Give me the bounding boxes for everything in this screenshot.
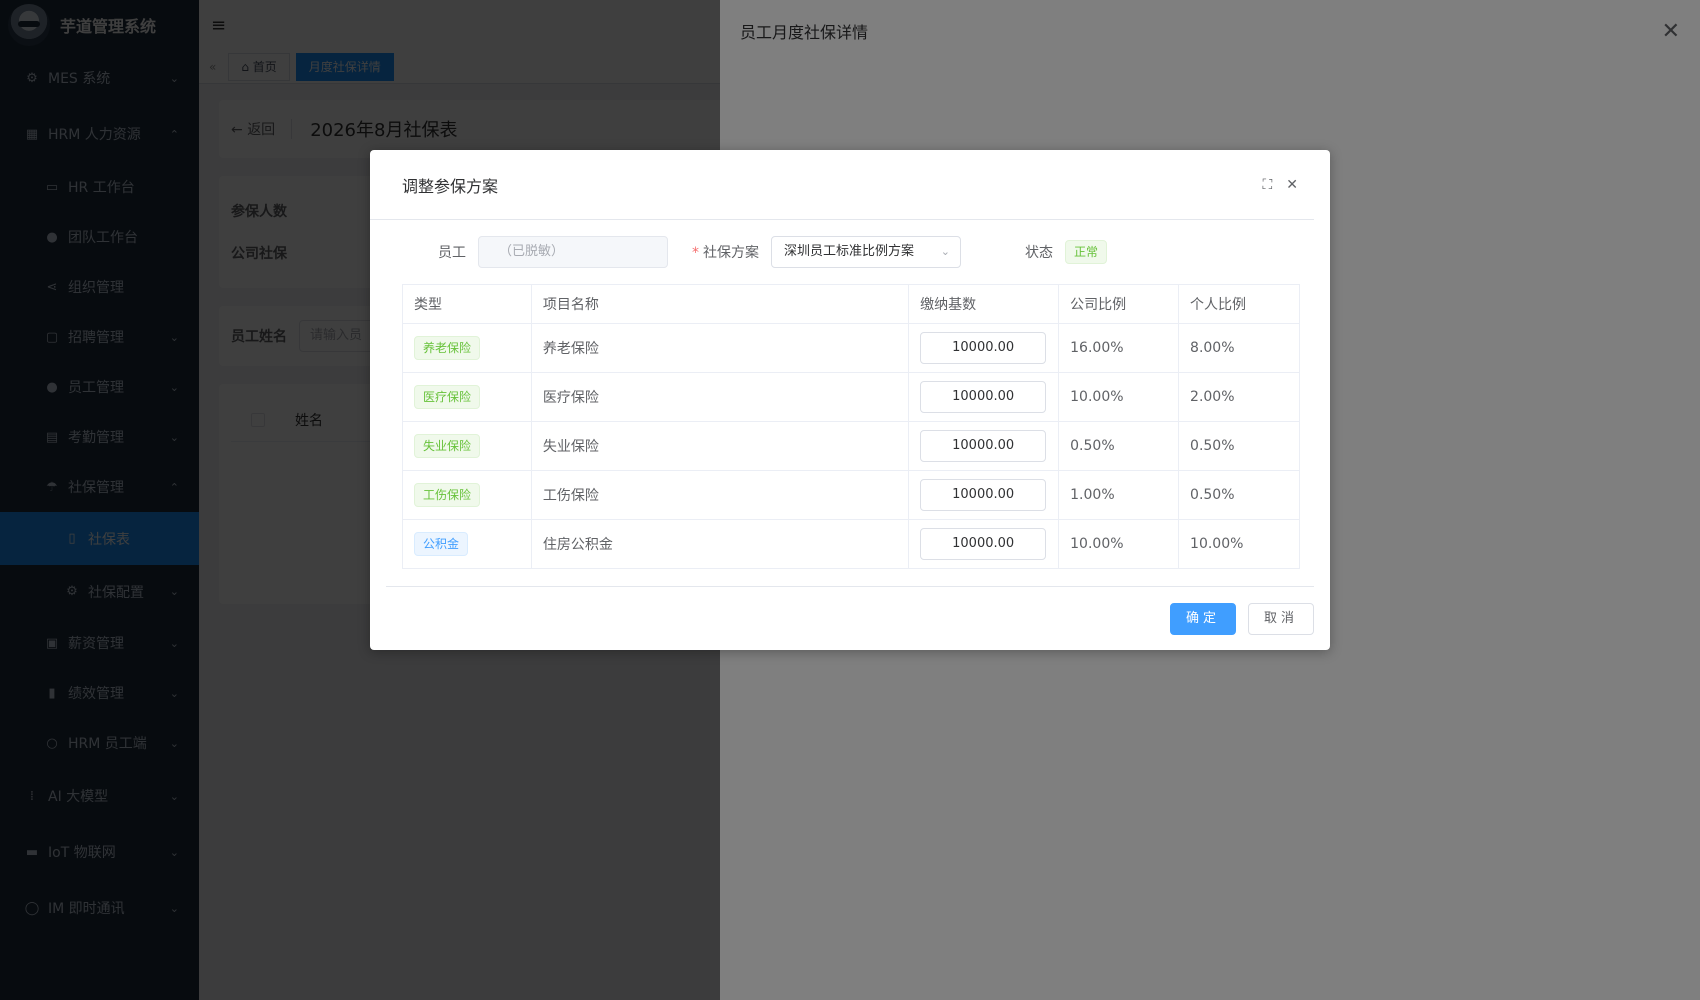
scheme-label: * 社保方案	[692, 245, 759, 261]
type-tag: 工伤保险	[414, 483, 481, 507]
table-row: 失业保险 失业保险 10000.00 0.50% 0.50%	[402, 421, 1300, 471]
personal-rate: 10.00%	[1178, 519, 1300, 569]
company-rate: 16.00%	[1058, 323, 1180, 373]
base-input[interactable]: 10000.00	[920, 332, 1047, 364]
column-type: 类型	[402, 284, 532, 324]
type-tag: 养老保险	[414, 336, 481, 360]
adjust-plan-dialog: 调整参保方案 ⛶ ✕ 员工 （已脱敏） * 社保方案 深圳员工标准比例方案 ⌄ 状态…	[370, 150, 1330, 650]
dialog-body: 员工 （已脱敏） * 社保方案 深圳员工标准比例方案 ⌄ 状态 正常 类型 项目名称…	[370, 220, 1330, 569]
column-company-rate: 公司比例	[1058, 284, 1180, 324]
employee-field: （已脱敏）	[478, 236, 668, 268]
employee-label: 员工	[438, 245, 466, 261]
table-row: 医疗保险 医疗保险 10000.00 10.00% 2.00%	[402, 372, 1300, 422]
type-tag: 公积金	[414, 532, 469, 556]
table-row: 养老保险 养老保险 10000.00 16.00% 8.00%	[402, 323, 1300, 373]
company-rate: 10.00%	[1058, 519, 1180, 569]
dialog-title: 调整参保方案	[402, 176, 499, 196]
confirm-button[interactable]: 确定	[1169, 602, 1236, 635]
item-name: 工伤保险	[530, 470, 910, 520]
type-tag: 失业保险	[414, 434, 481, 458]
table-row: 公积金 住房公积金 10000.00 10.00% 10.00%	[402, 519, 1300, 569]
dialog-footer: 确定 取消	[386, 586, 1314, 650]
type-tag: 医疗保险	[414, 385, 481, 409]
column-base: 缴纳基数	[908, 284, 1060, 324]
item-name: 住房公积金	[530, 519, 910, 569]
base-input[interactable]: 10000.00	[920, 528, 1047, 560]
status-badge: 正常	[1065, 240, 1108, 264]
base-input[interactable]: 10000.00	[920, 381, 1047, 413]
item-name: 失业保险	[530, 421, 910, 471]
status-label: 状态	[1025, 245, 1053, 261]
personal-rate: 0.50%	[1178, 470, 1300, 520]
base-input[interactable]: 10000.00	[920, 479, 1047, 511]
column-personal-rate: 个人比例	[1178, 284, 1300, 324]
item-name: 养老保险	[530, 323, 910, 373]
table-header-row: 类型 项目名称 缴纳基数 公司比例 个人比例	[402, 284, 1300, 324]
form-row: 员工 （已脱敏） * 社保方案 深圳员工标准比例方案 ⌄ 状态 正常	[402, 236, 1314, 268]
base-input[interactable]: 10000.00	[920, 430, 1047, 462]
chevron-down-icon: ⌄	[940, 245, 950, 258]
dialog-header: 调整参保方案 ⛶ ✕	[370, 150, 1314, 220]
personal-rate: 8.00%	[1178, 323, 1300, 373]
insurance-items-table: 类型 项目名称 缴纳基数 公司比例 个人比例 养老保险 养老保险 10000.0…	[402, 284, 1300, 569]
fullscreen-icon[interactable]: ⛶	[1262, 177, 1272, 193]
personal-rate: 0.50%	[1178, 421, 1300, 471]
close-icon[interactable]: ✕	[1286, 177, 1298, 193]
table-row: 工伤保险 工伤保险 10000.00 1.00% 0.50%	[402, 470, 1300, 520]
scheme-select[interactable]: 深圳员工标准比例方案 ⌄	[771, 236, 961, 268]
company-rate: 0.50%	[1058, 421, 1180, 471]
item-name: 医疗保险	[530, 372, 910, 422]
company-rate: 1.00%	[1058, 470, 1180, 520]
personal-rate: 2.00%	[1178, 372, 1300, 422]
company-rate: 10.00%	[1058, 372, 1180, 422]
column-item-name: 项目名称	[530, 284, 910, 324]
cancel-button[interactable]: 取消	[1247, 602, 1314, 635]
